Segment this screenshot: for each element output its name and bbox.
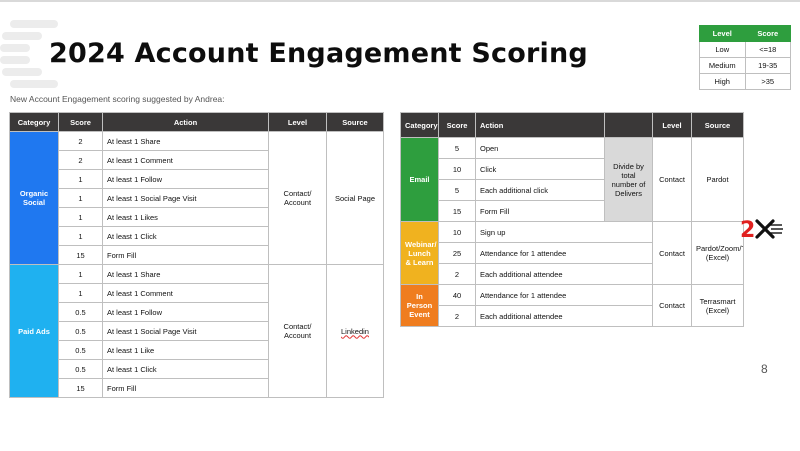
category-webinar: Webinar/ Lunch & Learn bbox=[400, 221, 439, 285]
level-cell: Contact/ Account bbox=[268, 264, 327, 398]
header-category: Category bbox=[400, 112, 439, 138]
score-cell: 2 bbox=[438, 263, 476, 285]
source-linkedin-text: Linkedin bbox=[341, 326, 369, 336]
header-source: Source bbox=[691, 112, 744, 138]
score-cell: 2 bbox=[58, 150, 103, 170]
company-logo-2x-icon: 2 bbox=[740, 218, 783, 242]
action-cell: Each additional attendee bbox=[475, 263, 653, 285]
header-action: Action bbox=[475, 112, 605, 138]
action-cell: At least 1 Follow bbox=[102, 169, 269, 189]
score-cell: 10 bbox=[438, 158, 476, 180]
header-level: Level bbox=[652, 112, 692, 138]
table-row: Webinar/ Lunch & Learn 10 Sign up Contac… bbox=[400, 221, 744, 285]
score-cell: 1 bbox=[58, 188, 103, 208]
divide-note-cell: Divide by total number of Delivers bbox=[604, 137, 653, 222]
header-action: Action bbox=[102, 112, 269, 132]
action-cell: At least 1 Comment bbox=[102, 283, 269, 303]
category-organic-social: Organic Social bbox=[9, 131, 59, 265]
header-score: Score bbox=[438, 112, 476, 138]
header-level: Level bbox=[268, 112, 327, 132]
header-blank bbox=[604, 112, 653, 138]
legend-score: 19-35 bbox=[744, 57, 791, 74]
score-cell: 15 bbox=[58, 378, 103, 398]
header-source: Source bbox=[326, 112, 384, 132]
category-email: Email bbox=[400, 137, 439, 222]
level-cell: Contact/ Account bbox=[268, 131, 327, 265]
table-row: Organic Social 2 At least 1 Share Contac… bbox=[9, 131, 384, 265]
score-cell: 10 bbox=[438, 221, 476, 243]
table-row: Paid Ads 1 At least 1 Share Contact/ Acc… bbox=[9, 264, 384, 398]
category-in-person-event: In Person Event bbox=[400, 284, 439, 327]
score-cell: 2 bbox=[58, 131, 103, 151]
score-cell: 0.5 bbox=[58, 321, 103, 341]
source-cell: Pardot bbox=[691, 137, 744, 222]
action-cell: Each additional attendee bbox=[475, 305, 653, 327]
score-cell: 15 bbox=[438, 200, 476, 222]
score-cell: 25 bbox=[438, 242, 476, 264]
page-title: 2024 Account Engagement Scoring bbox=[49, 38, 588, 69]
score-cell: 1 bbox=[58, 226, 103, 246]
level-cell: Contact bbox=[652, 284, 692, 327]
action-cell: At least 1 Click bbox=[102, 359, 269, 379]
email-events-scoring-table: Category Score Action Level Source Email… bbox=[400, 112, 744, 327]
action-cell: Click bbox=[475, 158, 605, 180]
header-score: Score bbox=[58, 112, 103, 132]
action-cell: Form Fill bbox=[102, 245, 269, 265]
score-cell: 1 bbox=[58, 169, 103, 189]
social-scoring-table: Category Score Action Level Source Organ… bbox=[9, 112, 384, 398]
score-cell: 1 bbox=[58, 283, 103, 303]
action-cell: At least 1 Share bbox=[102, 131, 269, 151]
score-cell: 15 bbox=[58, 245, 103, 265]
legend-header-level: Level bbox=[699, 25, 746, 42]
legend-level: Medium bbox=[699, 57, 746, 74]
legend-header-score: Score bbox=[744, 25, 791, 42]
action-cell: At least 1 Likes bbox=[102, 207, 269, 227]
legend-level: Low bbox=[699, 41, 746, 58]
score-cell: 1 bbox=[58, 264, 103, 284]
header-category: Category bbox=[9, 112, 59, 132]
score-cell: 1 bbox=[58, 207, 103, 227]
action-cell: At least 1 Social Page Visit bbox=[102, 321, 269, 341]
legend-row: Low <=18 bbox=[699, 41, 791, 58]
level-legend-table: Level Score Low <=18 Medium 19-35 High >… bbox=[699, 25, 791, 90]
table-row: In Person Event 40 Attendance for 1 atte… bbox=[400, 284, 744, 327]
svg-text:2: 2 bbox=[740, 218, 755, 242]
top-border-line bbox=[0, 0, 800, 2]
legend-level: High bbox=[699, 73, 746, 90]
score-cell: 2 bbox=[438, 305, 476, 327]
score-cell: 5 bbox=[438, 137, 476, 159]
score-cell: 0.5 bbox=[58, 340, 103, 360]
action-cell: At least 1 Follow bbox=[102, 302, 269, 322]
level-cell: Contact bbox=[652, 221, 692, 285]
source-cell: Terrasmart (Excel) bbox=[691, 284, 744, 327]
action-cell: At least 1 Comment bbox=[102, 150, 269, 170]
score-cell: 40 bbox=[438, 284, 476, 306]
legend-row: High >35 bbox=[699, 73, 791, 90]
level-cell: Contact bbox=[652, 137, 692, 222]
page-subtitle: New Account Engagement scoring suggested… bbox=[10, 94, 225, 104]
score-cell: 0.5 bbox=[58, 302, 103, 322]
action-cell: Sign up bbox=[475, 221, 653, 243]
action-cell: Form Fill bbox=[102, 378, 269, 398]
score-cell: 0.5 bbox=[58, 359, 103, 379]
source-cell: Linkedin bbox=[326, 264, 384, 398]
category-paid-ads: Paid Ads bbox=[9, 264, 59, 398]
table-row: Email 5 Open Divide by total number of D… bbox=[400, 137, 744, 222]
page-number: 8 bbox=[761, 362, 768, 376]
source-cell: Pardot/Zoom/Terrasmart (Excel) bbox=[691, 221, 744, 285]
action-cell: At least 1 Social Page Visit bbox=[102, 188, 269, 208]
action-cell: At least 1 Click bbox=[102, 226, 269, 246]
action-cell: Attendance for 1 attendee bbox=[475, 242, 653, 264]
action-cell: At least 1 Like bbox=[102, 340, 269, 360]
legend-score: >35 bbox=[744, 73, 791, 90]
action-cell: Form Fill bbox=[475, 200, 605, 222]
score-cell: 5 bbox=[438, 179, 476, 201]
action-cell: Attendance for 1 attendee bbox=[475, 284, 653, 306]
action-cell: Open bbox=[475, 137, 605, 159]
legend-score: <=18 bbox=[744, 41, 791, 58]
source-cell: Social Page bbox=[326, 131, 384, 265]
action-cell: At least 1 Share bbox=[102, 264, 269, 284]
action-cell: Each additional click bbox=[475, 179, 605, 201]
legend-row: Medium 19-35 bbox=[699, 57, 791, 74]
